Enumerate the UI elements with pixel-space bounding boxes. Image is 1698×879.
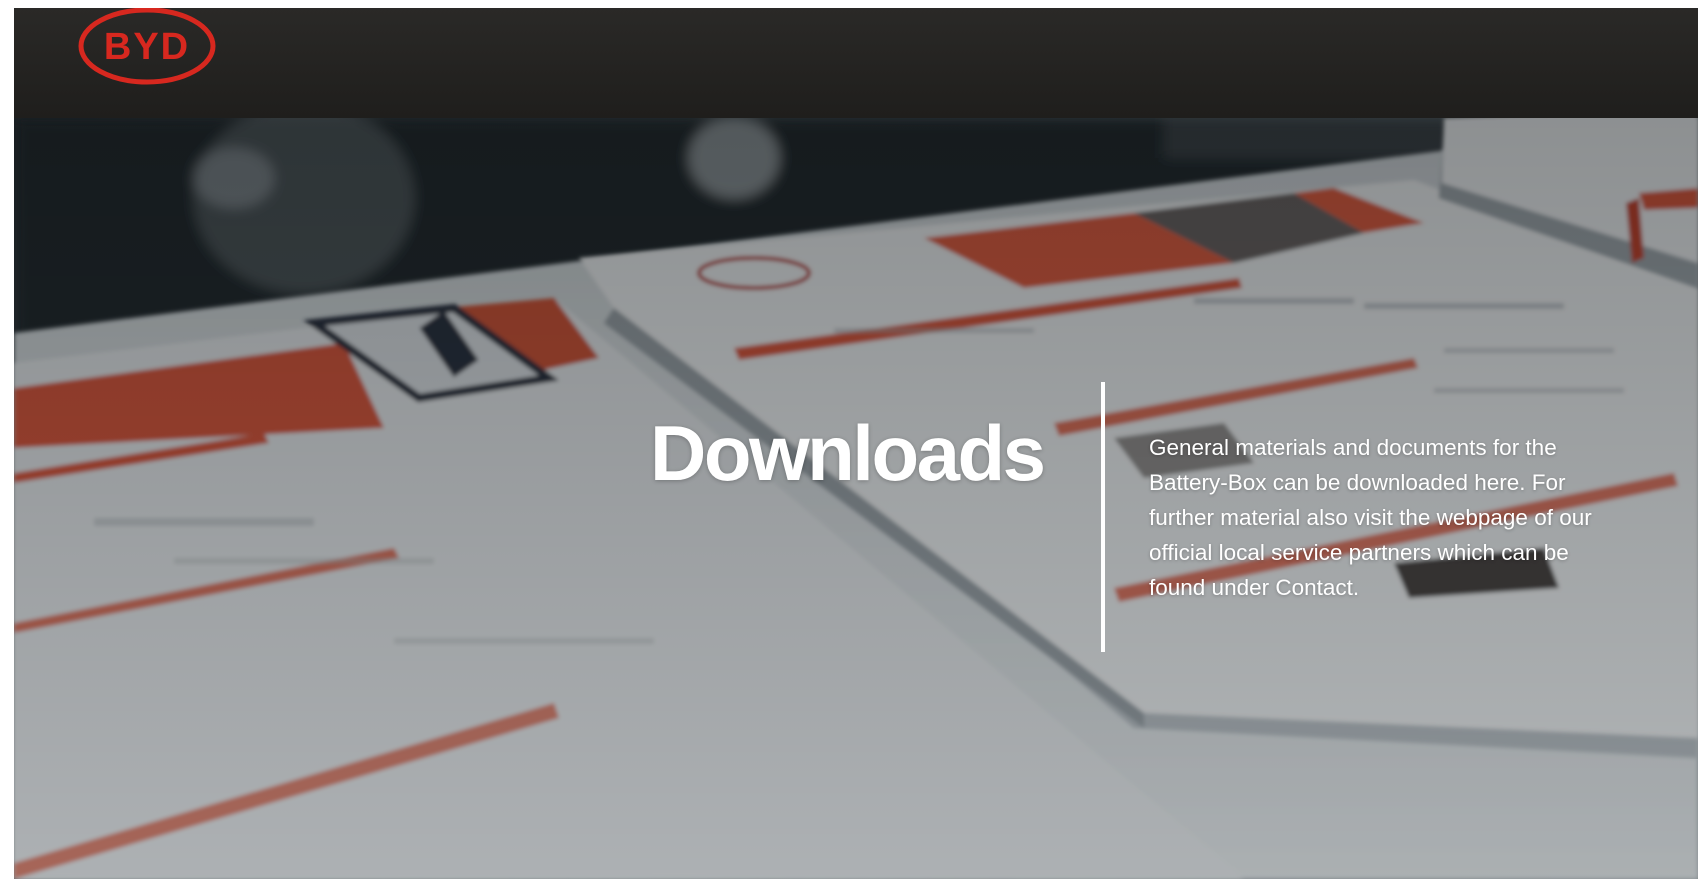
- title-divider: [1101, 382, 1105, 652]
- hero-description: General materials and documents for the …: [1149, 435, 1592, 600]
- byd-logo[interactable]: BYD: [78, 8, 216, 88]
- site-header: BYD: [14, 8, 1698, 118]
- logo-text: BYD: [104, 26, 190, 68]
- hero-banner: Downloads General materials and document…: [14, 118, 1698, 879]
- page-title: Downloads: [650, 409, 1046, 497]
- page: BYD Downloads General materials and docu…: [14, 8, 1698, 879]
